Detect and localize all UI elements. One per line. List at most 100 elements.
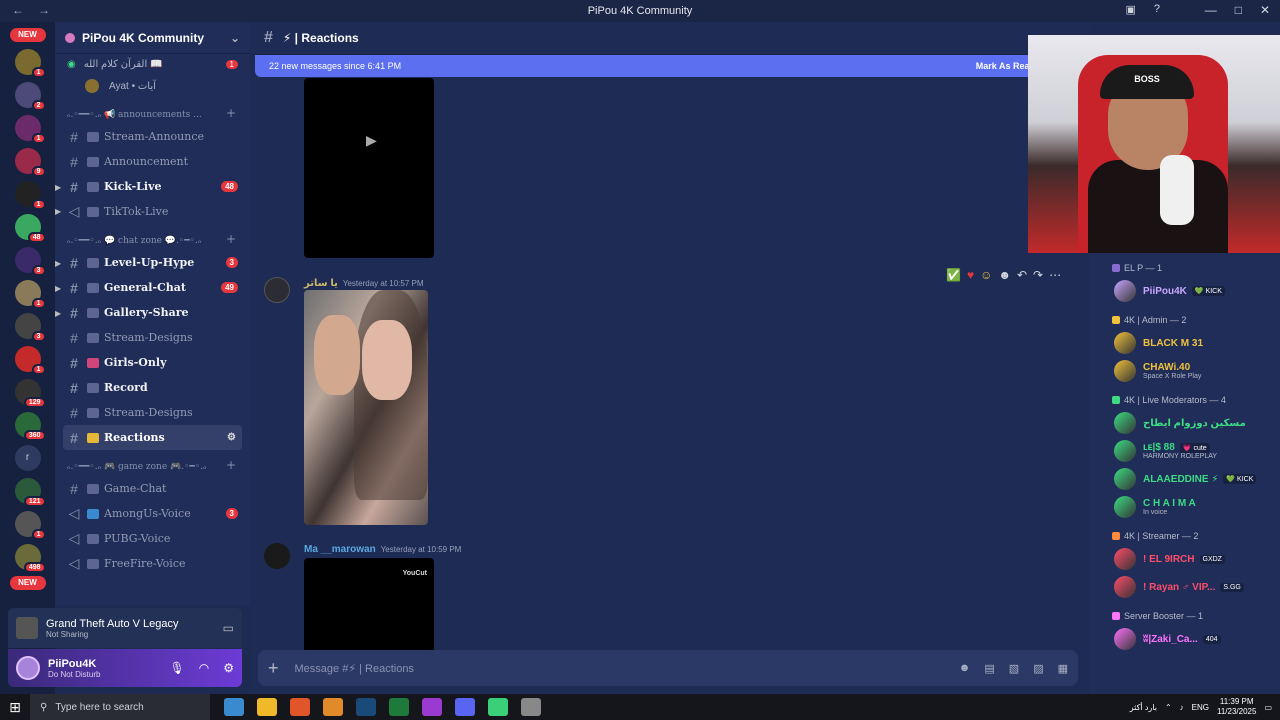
- laugh-reaction-icon[interactable]: ☺: [980, 268, 992, 282]
- chevron-up-icon[interactable]: ⌃: [1165, 703, 1172, 712]
- member-item[interactable]: PiiPou4K 💚 KICK: [1090, 277, 1280, 305]
- member-item[interactable]: BLACK M 31: [1090, 329, 1280, 357]
- channel-pubg-voice[interactable]: ◁ PUBG-Voice: [55, 526, 250, 551]
- video-attachment[interactable]: YouCut: [304, 558, 434, 658]
- plus-icon[interactable]: +: [226, 106, 236, 120]
- server-icon[interactable]: 3: [14, 313, 46, 342]
- category-announcements[interactable]: ₒ.◦━━◦.ₒ 📢 announcements ... +: [55, 98, 250, 124]
- server-icon[interactable]: 3: [14, 247, 46, 276]
- member-item[interactable]: ʟᴇ|$ 88 💗 cute HARMONY ROLEPLAY: [1090, 437, 1280, 465]
- app-icon[interactable]: [488, 698, 508, 716]
- channel-announcement[interactable]: # Announcement: [55, 149, 250, 174]
- channel-stream-designs-2[interactable]: # Stream-Designs: [55, 400, 250, 425]
- server-icon[interactable]: 129: [14, 379, 46, 408]
- channel-gallery-share[interactable]: ▶ # Gallery-Share: [55, 300, 250, 325]
- server-icon[interactable]: 2: [14, 82, 46, 111]
- avatar[interactable]: [264, 543, 290, 569]
- member-item[interactable]: ! Rayan ♂ VIP... S.GG: [1090, 573, 1280, 601]
- screen-share-icon[interactable]: ▭: [223, 621, 234, 635]
- channel-tiktok-live[interactable]: ▶ ◁ TikTok-Live: [55, 199, 250, 224]
- server-icon[interactable]: 121: [14, 478, 46, 507]
- channel-record[interactable]: # Record: [55, 375, 250, 400]
- forward-icon[interactable]: ↷: [1033, 268, 1043, 282]
- more-icon[interactable]: ⋯: [1049, 268, 1061, 282]
- forward-icon[interactable]: →: [38, 3, 50, 17]
- message-composer[interactable]: + Message #⚡ | Reactions ☻ ▤ ▧ ▨ ▦: [258, 650, 1078, 686]
- message-author[interactable]: Ma __marowan: [304, 544, 376, 555]
- channel-reactions[interactable]: # Reactions ⚙: [63, 425, 242, 450]
- channel-amongus-voice[interactable]: ◁ AmongUs-Voice 3: [55, 501, 250, 526]
- channel-girls-only[interactable]: # Girls-Only: [55, 350, 250, 375]
- server-icon[interactable]: 360: [14, 412, 46, 441]
- image-icon[interactable]: ▨: [1033, 662, 1043, 675]
- apps-icon[interactable]: ☻: [959, 662, 971, 675]
- message-author[interactable]: يا ساتر: [304, 278, 338, 289]
- server-icon[interactable]: 1: [14, 181, 46, 210]
- server-header[interactable]: PiPou 4K Community ⌄: [55, 22, 250, 54]
- microphone-icon[interactable]: 🎙: [170, 661, 185, 675]
- plus-icon[interactable]: +: [226, 458, 236, 472]
- add-reaction-icon[interactable]: ☻: [998, 268, 1011, 282]
- image-attachment[interactable]: [304, 290, 428, 525]
- avatar[interactable]: [16, 656, 40, 680]
- app-icon[interactable]: [389, 698, 409, 716]
- file-explorer-icon[interactable]: [257, 698, 277, 716]
- server-icon[interactable]: 9: [14, 148, 46, 177]
- gear-icon[interactable]: ⚙: [223, 661, 234, 675]
- check-reaction-icon[interactable]: ✅: [946, 268, 961, 282]
- steam-icon[interactable]: [356, 698, 376, 716]
- volume-icon[interactable]: ♪: [1180, 703, 1184, 712]
- app-icon[interactable]: [323, 698, 343, 716]
- app-icon[interactable]: [521, 698, 541, 716]
- member-item[interactable]: مسكين دوزوام ايطاح: [1090, 409, 1280, 437]
- taskbar-search[interactable]: ⚲ Type here to search: [30, 694, 210, 720]
- member-item[interactable]: ʬ|Zaki_Ca... 404: [1090, 625, 1280, 653]
- category-game-zone[interactable]: ₒ.◦━━◦.ₒ 🎮 game zone 🎮.◦━◦.ₒ +: [55, 450, 250, 476]
- server-icon[interactable]: 1: [14, 511, 46, 540]
- message-input[interactable]: Message #⚡ | Reactions: [295, 662, 414, 675]
- reply-icon[interactable]: ↶: [1017, 268, 1027, 282]
- play-icon[interactable]: ▶: [366, 132, 377, 149]
- activities-icon[interactable]: ▦: [1058, 662, 1068, 675]
- add-attachment-icon[interactable]: +: [268, 658, 279, 679]
- avatar[interactable]: [264, 277, 290, 303]
- member-item[interactable]: ! EL 9IRCH GXDZ: [1090, 545, 1280, 573]
- discord-icon[interactable]: [455, 698, 475, 716]
- help-icon[interactable]: ?: [1154, 3, 1160, 16]
- new-messages-banner[interactable]: 22 new messages since 6:41 PM Mark As Rea…: [255, 55, 1045, 77]
- inbox-icon[interactable]: ▣: [1125, 3, 1135, 16]
- server-icon[interactable]: 1: [14, 280, 46, 309]
- channel-freefire-voice[interactable]: ◁ FreeFire-Voice: [55, 551, 250, 576]
- server-icon[interactable]: 48: [14, 214, 46, 243]
- channel-game-chat[interactable]: # Game-Chat: [55, 476, 250, 501]
- brave-icon[interactable]: [290, 698, 310, 716]
- channel-general-chat[interactable]: ▶ # General-Chat 49: [55, 275, 250, 300]
- notifications-icon[interactable]: ▭: [1264, 703, 1272, 712]
- server-icon[interactable]: 1: [14, 49, 46, 78]
- channel-stream-announce[interactable]: # Stream-Announce: [55, 124, 250, 149]
- close-button[interactable]: ✕: [1260, 3, 1270, 17]
- minimize-button[interactable]: —: [1205, 3, 1217, 17]
- heart-reaction-icon[interactable]: ♥: [967, 268, 974, 282]
- server-icon[interactable]: 1: [14, 346, 46, 375]
- server-icon-letter[interactable]: r: [14, 445, 41, 471]
- language-indicator[interactable]: ENG: [1192, 703, 1209, 712]
- windows-start-icon[interactable]: ⊞: [0, 699, 30, 716]
- weather-text[interactable]: بارد أكثر: [1130, 703, 1157, 712]
- video-attachment[interactable]: ▶: [304, 78, 434, 258]
- member-item[interactable]: ALAAEDDINE ⚡ 💚 KICK: [1090, 465, 1280, 493]
- headphones-icon[interactable]: ◠: [199, 661, 209, 675]
- maximize-button[interactable]: □: [1235, 3, 1242, 17]
- mark-as-read-button[interactable]: Mark As Read: [976, 61, 1035, 71]
- plus-icon[interactable]: +: [226, 232, 236, 246]
- server-icon[interactable]: 1: [14, 115, 46, 144]
- server-icon[interactable]: 498: [14, 544, 46, 573]
- back-icon[interactable]: ←: [12, 3, 24, 17]
- member-item[interactable]: CHAWi.40 Space X Role Play: [1090, 357, 1280, 385]
- task-view-icon[interactable]: [224, 698, 244, 716]
- clock[interactable]: 11:39 PM 11/23/2025: [1217, 697, 1256, 717]
- member-item[interactable]: C H A I M A In voice: [1090, 493, 1280, 521]
- activity-panel[interactable]: Grand Theft Auto V Legacy Not Sharing ▭: [8, 608, 242, 648]
- voice-user[interactable]: Ayat • آيات: [55, 74, 250, 98]
- settings-icon[interactable]: ⚙: [227, 432, 236, 443]
